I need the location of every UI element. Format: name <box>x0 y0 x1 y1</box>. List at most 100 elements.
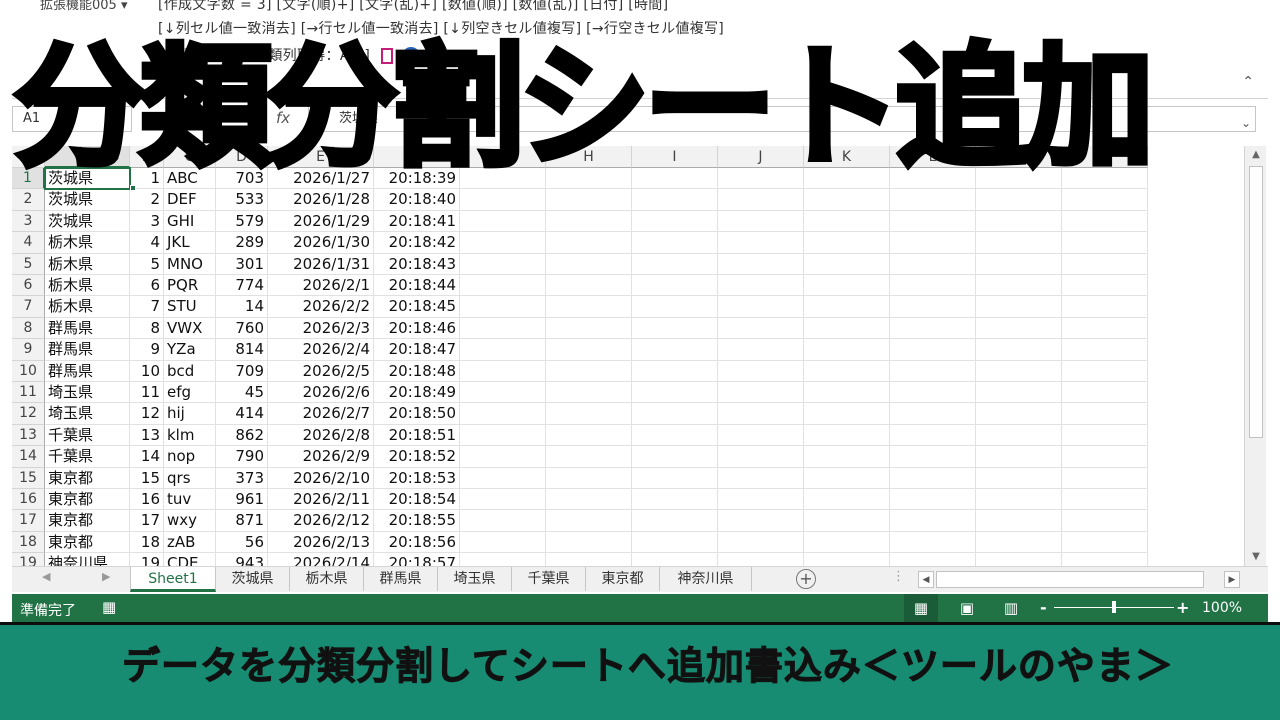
empty-cell[interactable] <box>804 446 890 468</box>
empty-cell[interactable] <box>718 339 804 361</box>
empty-cell[interactable] <box>718 424 804 447</box>
empty-cell[interactable] <box>976 275 1062 297</box>
cell-c[interactable]: hij <box>164 403 216 425</box>
empty-cell[interactable] <box>890 253 976 275</box>
empty-cell[interactable] <box>890 339 976 361</box>
empty-cell[interactable] <box>718 382 804 404</box>
cell-e[interactable]: 2026/2/13 <box>268 531 374 554</box>
cell-f[interactable]: 20:18:52 <box>374 446 460 468</box>
cell-c[interactable]: STU <box>164 296 216 318</box>
row-header[interactable]: 18 <box>12 531 45 554</box>
row-header[interactable]: 4 <box>12 232 45 254</box>
row-header[interactable]: 17 <box>12 510 45 532</box>
empty-cell[interactable] <box>718 210 804 233</box>
empty-cell[interactable] <box>460 296 546 318</box>
empty-cell[interactable] <box>546 403 632 425</box>
page-layout-button[interactable]: ▣ <box>950 594 984 622</box>
empty-cell[interactable] <box>890 424 976 447</box>
row-header[interactable]: 19 <box>12 553 45 566</box>
cell-a[interactable]: 群馬県 <box>45 317 130 340</box>
cell-b[interactable]: 13 <box>130 424 164 447</box>
row-header[interactable]: 11 <box>12 382 45 404</box>
scroll-right-icon[interactable]: ▶ <box>1224 571 1240 588</box>
cell-a[interactable]: 栃木県 <box>45 296 130 318</box>
empty-cell[interactable] <box>890 275 976 297</box>
row-header[interactable]: 7 <box>12 296 45 318</box>
sheet-tab[interactable]: 神奈川県 <box>660 567 752 591</box>
empty-cell[interactable] <box>1062 339 1148 361</box>
empty-cell[interactable] <box>1062 360 1148 382</box>
empty-cell[interactable] <box>546 360 632 382</box>
cell-d[interactable]: 709 <box>216 360 268 382</box>
cell-a[interactable]: 東京都 <box>45 489 130 511</box>
cell-d[interactable]: 961 <box>216 489 268 511</box>
empty-cell[interactable] <box>546 510 632 532</box>
cell-b[interactable]: 19 <box>130 553 164 566</box>
row-header[interactable]: 8 <box>12 317 45 340</box>
empty-cell[interactable] <box>1062 531 1148 554</box>
cell-f[interactable]: 20:18:50 <box>374 403 460 425</box>
cell-a[interactable]: 茨城県 <box>45 210 130 233</box>
cell-f[interactable]: 20:18:48 <box>374 360 460 382</box>
page-break-button[interactable]: ▥ <box>994 594 1028 622</box>
cell-d[interactable]: 943 <box>216 553 268 566</box>
row-header[interactable]: 5 <box>12 253 45 275</box>
cell-b[interactable]: 17 <box>130 510 164 532</box>
empty-cell[interactable] <box>718 553 804 566</box>
sheet-tab[interactable]: 栃木県 <box>290 567 364 591</box>
empty-cell[interactable] <box>718 360 804 382</box>
cell-b[interactable]: 4 <box>130 232 164 254</box>
empty-cell[interactable] <box>1062 296 1148 318</box>
cell-a[interactable]: 群馬県 <box>45 339 130 361</box>
empty-cell[interactable] <box>546 553 632 566</box>
empty-cell[interactable] <box>890 296 976 318</box>
cell-f[interactable]: 20:18:42 <box>374 232 460 254</box>
empty-cell[interactable] <box>890 232 976 254</box>
tab-next-icon[interactable]: ▶ <box>102 570 110 583</box>
empty-cell[interactable] <box>890 360 976 382</box>
empty-cell[interactable] <box>718 403 804 425</box>
empty-cell[interactable] <box>460 189 546 211</box>
add-sheet-button[interactable]: + <box>796 569 816 589</box>
empty-cell[interactable] <box>546 189 632 211</box>
empty-cell[interactable] <box>890 489 976 511</box>
cell-b[interactable]: 5 <box>130 253 164 275</box>
empty-cell[interactable] <box>632 553 718 566</box>
empty-cell[interactable] <box>1062 382 1148 404</box>
cell-c[interactable]: wxy <box>164 510 216 532</box>
empty-cell[interactable] <box>632 489 718 511</box>
macro-record-icon[interactable]: ▦ <box>102 598 116 616</box>
cell-a[interactable]: 栃木県 <box>45 275 130 297</box>
cell-b[interactable]: 6 <box>130 275 164 297</box>
zoom-in-button[interactable]: + <box>1176 598 1189 617</box>
empty-cell[interactable] <box>1062 424 1148 447</box>
cell-f[interactable]: 20:18:47 <box>374 339 460 361</box>
cell-d[interactable]: 14 <box>216 296 268 318</box>
empty-cell[interactable] <box>632 531 718 554</box>
empty-cell[interactable] <box>976 339 1062 361</box>
empty-cell[interactable] <box>976 467 1062 489</box>
empty-cell[interactable] <box>804 553 890 566</box>
cell-c[interactable]: tuv <box>164 489 216 511</box>
empty-cell[interactable] <box>804 339 890 361</box>
empty-cell[interactable] <box>804 360 890 382</box>
empty-cell[interactable] <box>804 382 890 404</box>
empty-cell[interactable] <box>460 553 546 566</box>
row-header[interactable]: 13 <box>12 424 45 447</box>
empty-cell[interactable] <box>804 424 890 447</box>
cell-c[interactable]: MNO <box>164 253 216 275</box>
empty-cell[interactable] <box>804 189 890 211</box>
cell-d[interactable]: 56 <box>216 531 268 554</box>
empty-cell[interactable] <box>632 339 718 361</box>
cell-e[interactable]: 2026/1/28 <box>268 189 374 211</box>
empty-cell[interactable] <box>546 467 632 489</box>
empty-cell[interactable] <box>460 510 546 532</box>
sheet-tab[interactable]: Sheet1 <box>130 567 216 592</box>
empty-cell[interactable] <box>718 275 804 297</box>
empty-cell[interactable] <box>460 317 546 340</box>
cell-e[interactable]: 2026/2/8 <box>268 424 374 447</box>
cell-f[interactable]: 20:18:54 <box>374 489 460 511</box>
tab-split-handle[interactable]: ⋮ <box>892 569 905 584</box>
empty-cell[interactable] <box>460 275 546 297</box>
cell-a[interactable]: 千葉県 <box>45 424 130 447</box>
